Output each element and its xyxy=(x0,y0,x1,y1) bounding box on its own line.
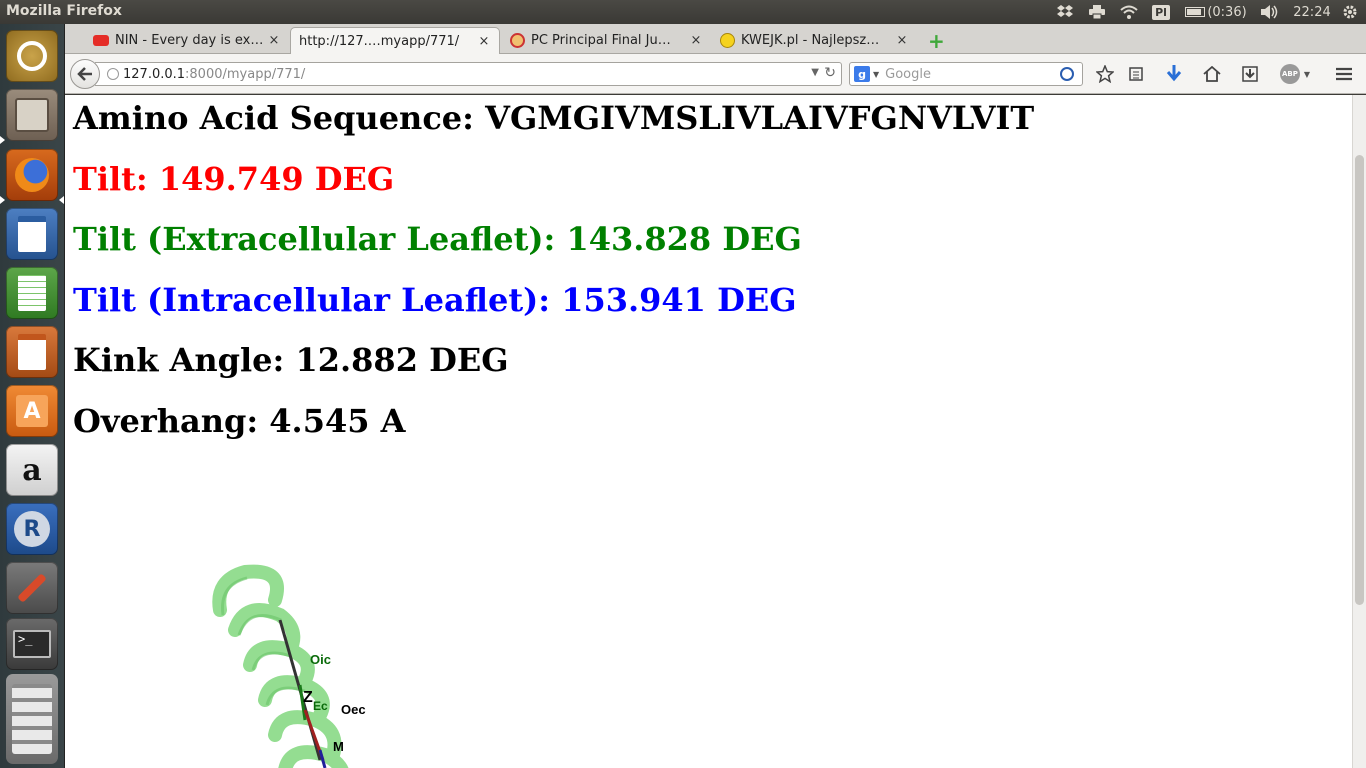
youtube-icon xyxy=(93,33,109,49)
dropbox-icon[interactable] xyxy=(1054,0,1076,24)
southpark-icon xyxy=(509,33,525,49)
launcher-system-settings-button[interactable] xyxy=(6,562,58,614)
globe-icon xyxy=(107,68,119,80)
launcher-dash-button[interactable] xyxy=(6,30,58,82)
launcher-software-center-button[interactable]: A xyxy=(6,385,58,437)
launcher-active-indicator xyxy=(59,196,64,204)
helix-ribbon xyxy=(212,564,349,768)
launcher-calc-button[interactable] xyxy=(6,267,58,319)
clock[interactable]: 22:24 xyxy=(1290,0,1334,24)
helix-visualization[interactable]: Oic Z Ec Oec M xyxy=(205,560,405,768)
tilt-extracellular-heading: Tilt (Extracellular Leaflet): 143.828 DE… xyxy=(73,220,802,258)
tab-label: PC Principal Final Ju… xyxy=(531,33,671,48)
bookmarks-menu-icon[interactable] xyxy=(1125,64,1147,84)
launcher-workspace-switcher[interactable] xyxy=(6,674,58,764)
back-arrow-icon xyxy=(77,67,92,81)
top-panel: Mozilla Firefox Pl (0:36) 22:24 xyxy=(0,0,1366,24)
search-input[interactable]: Google xyxy=(885,67,1060,82)
page-scrollbar[interactable] xyxy=(1352,95,1366,768)
search-bar[interactable]: g ▼ Google xyxy=(849,62,1083,86)
launcher-terminal-button[interactable]: >_ xyxy=(6,618,58,670)
engine-dropdown-icon: ▼ xyxy=(873,69,880,79)
tab-bar: NIN - Every day is ex… × http://127.…mya… xyxy=(65,24,1366,54)
keyboard-layout-label: Pl xyxy=(1152,4,1170,20)
tilt-intracellular-heading: Tilt (Intracellular Leaflet): 153.941 DE… xyxy=(73,281,797,319)
spreadsheet-icon xyxy=(18,275,46,311)
helix-label-oic: Oic xyxy=(310,652,331,667)
new-tab-button[interactable]: + xyxy=(922,27,952,54)
tab-kwejk[interactable]: KWEJK.pl - Najlepsz… × xyxy=(711,27,917,54)
back-button[interactable] xyxy=(70,59,100,89)
launcher-files-button[interactable] xyxy=(6,89,58,141)
amazon-icon: a xyxy=(22,452,42,488)
tab-pc-principal[interactable]: PC Principal Final Ju… × xyxy=(501,27,711,54)
volume-icon[interactable] xyxy=(1258,0,1282,24)
reload-icon[interactable]: ↻ xyxy=(824,65,836,81)
file-cabinet-icon xyxy=(15,98,49,132)
stacked-windows-icon xyxy=(12,684,52,754)
url-host: 127.0.0.1 xyxy=(123,66,186,82)
page-content: Amino Acid Sequence: VGMGIVMSLIVLAIVFGNV… xyxy=(65,95,1352,768)
settings-gear-icon[interactable] xyxy=(1338,0,1362,24)
tab-label: KWEJK.pl - Najlepsz… xyxy=(741,33,880,48)
keyboard-layout-indicator[interactable]: Pl xyxy=(1151,0,1171,24)
navigation-bar: 127.0.0.1:8000/myapp/771/ ▼ ↻ g ▼ Google… xyxy=(65,54,1366,94)
url-path: :8000/myapp/771/ xyxy=(185,66,306,82)
search-icon[interactable] xyxy=(1060,67,1074,81)
tab-label: http://127.…myapp/771/ xyxy=(299,33,460,49)
battery-icon xyxy=(1185,7,1206,17)
tab-active-localhost[interactable]: http://127.…myapp/771/ × xyxy=(290,27,500,54)
wrench-icon xyxy=(17,573,47,603)
tilt-heading: Tilt: 149.749 DEG xyxy=(73,160,395,198)
helix-label-z: Z xyxy=(303,689,313,706)
kink-angle-heading: Kink Angle: 12.882 DEG xyxy=(73,341,509,379)
r-logo-icon: R xyxy=(14,511,50,547)
url-bar[interactable]: 127.0.0.1:8000/myapp/771/ ▼ ↻ xyxy=(95,62,842,86)
launcher-r-button[interactable]: R xyxy=(6,503,58,555)
battery-text: (0:36) xyxy=(1207,4,1247,20)
google-engine-icon[interactable]: g xyxy=(854,66,870,82)
battery-indicator[interactable]: (0:36) xyxy=(1182,0,1250,24)
tab-nin[interactable]: NIN - Every day is ex… × xyxy=(85,27,289,54)
downloads-arrow-icon[interactable] xyxy=(1163,64,1185,84)
window-title: Mozilla Firefox xyxy=(6,3,122,19)
launcher-amazon-button[interactable]: a xyxy=(6,444,58,496)
tab-close-icon[interactable]: × xyxy=(267,33,281,48)
ubuntu-logo-icon xyxy=(17,41,47,71)
helix-label-ec: Ec xyxy=(313,699,328,713)
smiley-icon xyxy=(719,33,735,49)
launcher-running-indicator xyxy=(0,196,5,204)
overhang-heading: Overhang: 4.545 A xyxy=(73,402,406,440)
scrollbar-thumb[interactable] xyxy=(1355,155,1364,605)
tab-close-icon[interactable]: × xyxy=(477,34,491,49)
launcher-writer-button[interactable] xyxy=(6,208,58,260)
helix-label-oec: Oec xyxy=(341,702,366,717)
adblock-icon[interactable]: ABP ▼ xyxy=(1277,64,1313,84)
wifi-icon[interactable] xyxy=(1117,0,1141,24)
launcher-impress-button[interactable] xyxy=(6,326,58,378)
helix-label-m: M xyxy=(333,739,344,754)
home-icon[interactable] xyxy=(1201,64,1223,84)
sequence-heading: Amino Acid Sequence: VGMGIVMSLIVLAIVFGNV… xyxy=(73,99,1035,137)
tab-close-icon[interactable]: × xyxy=(895,33,909,48)
tab-label: NIN - Every day is ex… xyxy=(115,33,264,48)
shopping-bag-icon: A xyxy=(16,395,48,427)
presentation-icon xyxy=(18,334,46,370)
launcher-running-indicator xyxy=(0,136,5,144)
tab-close-icon[interactable]: × xyxy=(689,33,703,48)
firefox-icon xyxy=(15,158,49,192)
bookmark-star-icon[interactable] xyxy=(1094,64,1116,84)
launcher: A a R >_ xyxy=(0,24,65,768)
document-icon xyxy=(18,216,46,252)
printer-icon[interactable] xyxy=(1086,0,1108,24)
launcher-firefox-button[interactable] xyxy=(6,149,58,201)
terminal-icon: >_ xyxy=(13,630,51,658)
download-manager-icon[interactable] xyxy=(1239,64,1261,84)
menu-hamburger-icon[interactable] xyxy=(1333,64,1355,84)
url-dropdown-icon[interactable]: ▼ xyxy=(811,67,819,78)
plus-icon: + xyxy=(928,28,945,53)
